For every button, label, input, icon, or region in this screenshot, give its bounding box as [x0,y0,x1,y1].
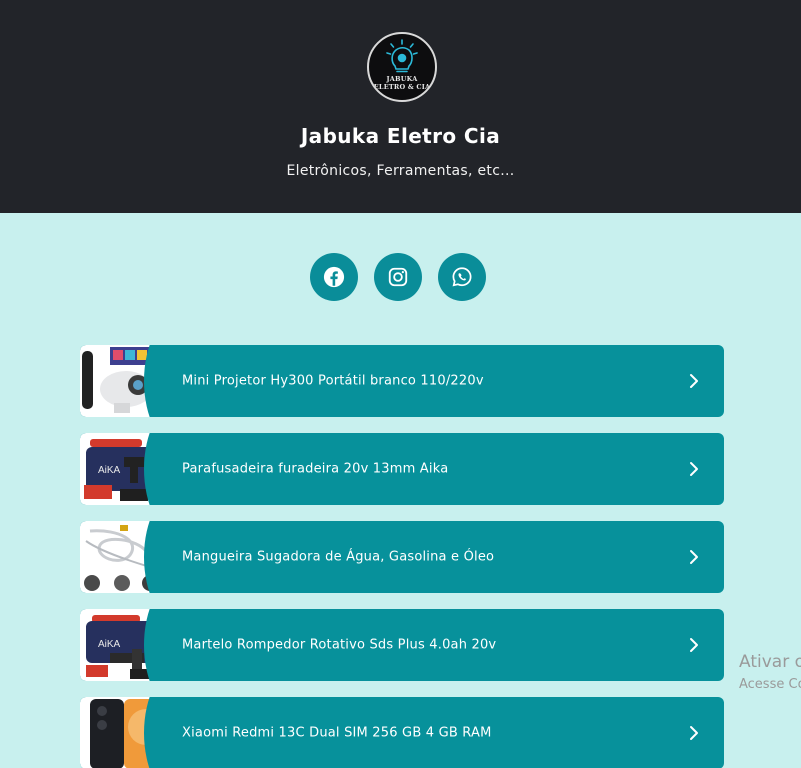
facebook-icon [323,266,345,288]
product-link-label: Martelo Rompedor Rotativo Sds Plus 4.0ah… [182,637,497,653]
phone-thumbnail [80,697,162,768]
chevron-right-icon [690,638,698,652]
hose-thumbnail [80,521,162,593]
whatsapp-icon [452,267,472,287]
instagram-icon [388,267,408,287]
drill-case-image: AiKA [84,439,156,501]
chevron-right-icon [690,462,698,476]
product-link-hose[interactable]: Mangueira Sugadora de Água, Gasolina e Ó… [80,521,724,593]
facebook-link[interactable] [310,253,358,301]
product-link-label: Mini Projetor Hy300 Portátil branco 110/… [182,373,484,389]
chevron-right-icon [690,550,698,564]
projector-thumbnail [80,345,162,417]
drill-thumbnail: AiKA [80,433,162,505]
profile-header: JABUKA ELETRO & CIA Jabuka Eletro Cia El… [0,0,801,213]
product-links: Mini Projetor Hy300 Portátil branco 110/… [80,345,724,768]
brand-logo: JABUKA ELETRO & CIA [367,32,437,102]
hammer-thumbnail: AiKA [80,609,162,681]
product-link-projector[interactable]: Mini Projetor Hy300 Portátil branco 110/… [80,345,724,417]
instagram-link[interactable] [374,253,422,301]
product-link-phone[interactable]: Xiaomi Redmi 13C Dual SIM 256 GB 4 GB RA… [80,697,724,768]
whatsapp-link[interactable] [438,253,486,301]
hose-image [84,525,158,591]
chevron-right-icon [690,374,698,388]
product-link-label: Xiaomi Redmi 13C Dual SIM 256 GB 4 GB RA… [182,725,492,741]
social-links [310,253,486,301]
logo-text-line2: ELETRO & CIA [373,83,431,91]
logo-text-line1: JABUKA [386,75,418,83]
chevron-right-icon [690,726,698,740]
svg-text:AiKA: AiKA [98,639,121,650]
profile-name: Jabuka Eletro Cia [300,124,501,148]
hammer-case-image: AiKA [86,615,156,679]
product-link-label: Parafusadeira furadeira 20v 13mm Aika [182,461,449,477]
projector-image [82,347,152,413]
activation-watermark-title: Ativar o [739,652,801,672]
product-link-label: Mangueira Sugadora de Água, Gasolina e Ó… [182,549,495,565]
activation-watermark-subtitle: Acesse Co [739,677,801,692]
profile-tagline: Eletrônicos, Ferramentas, etc... [286,163,515,179]
product-link-hammer[interactable]: AiKA Martelo Rompedor Rotativo Sds Plus … [80,609,724,681]
phone-image [90,699,162,768]
product-link-drill[interactable]: AiKA Parafusadeira furadeira 20v 13mm Ai… [80,433,724,505]
svg-text:AiKA: AiKA [98,465,121,476]
